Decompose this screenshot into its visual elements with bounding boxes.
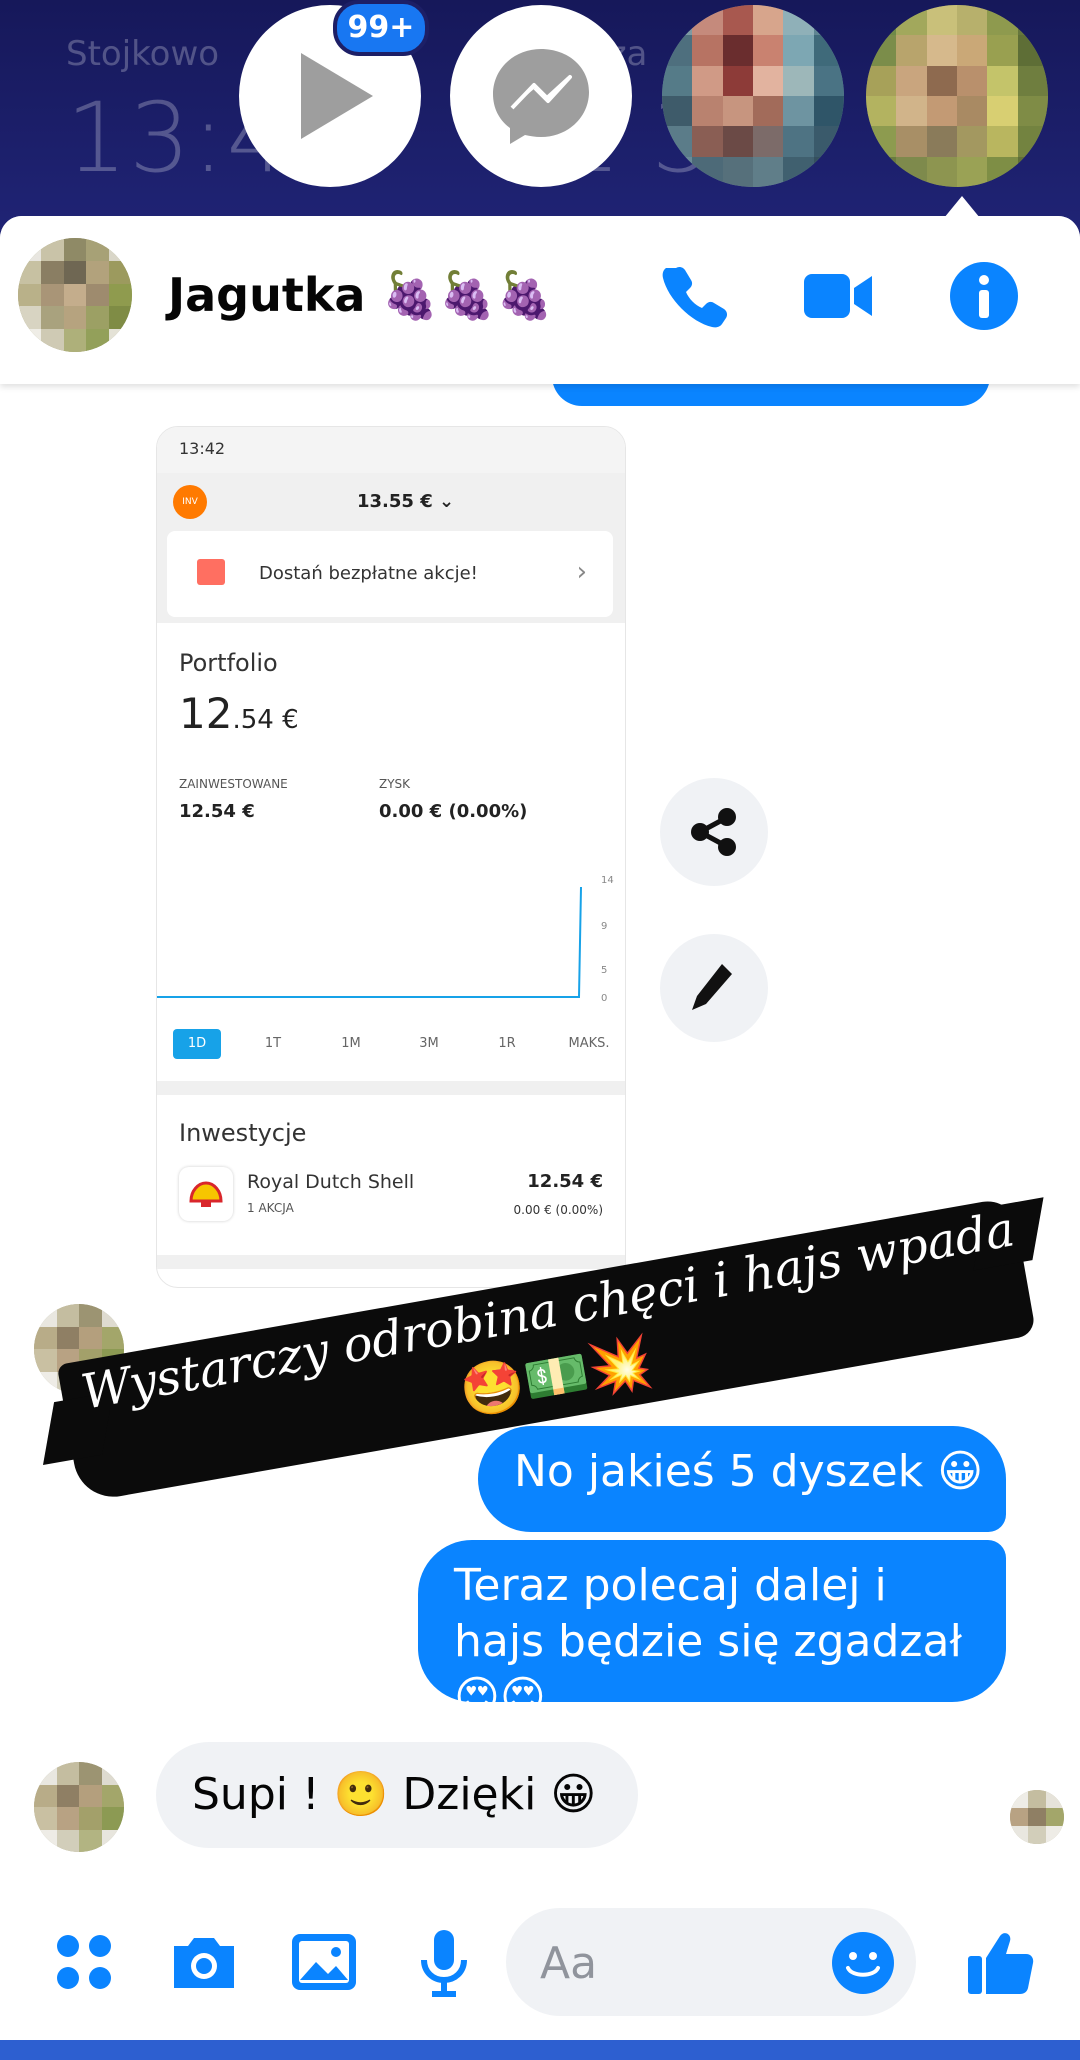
divider — [157, 1081, 625, 1095]
message-composer: Aa — [0, 1870, 1080, 2060]
promo-text: Dostań bezpłatne akcje! — [259, 563, 478, 584]
invested-value: 12.54 € — [179, 801, 255, 822]
app-logo: INV — [173, 485, 207, 519]
navigation-strip — [0, 2040, 1080, 2060]
microphone-icon[interactable] — [406, 1924, 482, 2000]
screenshot-status-time: 13:42 — [179, 439, 226, 458]
chart-tick: 14 — [601, 875, 614, 886]
active-chat-head-avatar[interactable] — [866, 5, 1048, 187]
conversation-header: Jagutka 🍇🍇🍇 — [0, 216, 1080, 384]
notification-badge: 99+ — [333, 0, 429, 56]
chevron-right-icon: › — [576, 557, 587, 587]
contact-avatar[interactable] — [18, 238, 132, 352]
profit-label: ZYSK — [379, 777, 411, 791]
account-balance: 13.55 € ⌄ — [357, 491, 455, 512]
contact-avatar-small[interactable] — [34, 1762, 124, 1852]
invested-label: ZAINWESTOWANE — [179, 777, 288, 791]
thumbs-up-icon[interactable] — [964, 1924, 1040, 2000]
seen-receipt-avatar — [1010, 1790, 1064, 1844]
lockscreen-location: Stojkowo — [66, 34, 220, 74]
message-input[interactable]: Aa — [506, 1908, 916, 2016]
gallery-icon[interactable] — [286, 1924, 362, 2000]
gift-icon — [197, 559, 225, 585]
video-call-icon[interactable] — [800, 258, 876, 334]
profit-value: 0.00 € (0.00%) — [379, 801, 528, 822]
screenshot-app-header: INV 13.55 € ⌄ Dostań bezpłatne akcje! › — [157, 473, 625, 623]
portfolio-value: 12.54 € — [179, 689, 299, 738]
screenshot-status-bar: 13:42 — [157, 427, 625, 473]
investments-label: Inwestycje — [179, 1119, 307, 1147]
range-selector: 1D 1T 1M 3M 1R MAKS. — [157, 1021, 625, 1061]
portfolio-label: Portfolio — [179, 649, 278, 677]
outgoing-message[interactable]: Teraz polecaj dalej i hajs będzie się zg… — [418, 1540, 1006, 1723]
chart-tick: 5 — [601, 965, 607, 976]
portfolio-value-rest: .54 € — [232, 705, 299, 735]
edit-button[interactable] — [660, 934, 768, 1042]
chart-tick: 0 — [601, 993, 607, 1004]
range-1t: 1T — [264, 1036, 282, 1051]
holding-value: 12.54 € — [527, 1171, 603, 1192]
range-1d: 1D — [173, 1029, 221, 1059]
share-button[interactable] — [660, 778, 768, 886]
phone-icon[interactable] — [656, 258, 732, 334]
messenger-icon — [493, 49, 589, 144]
chart-line — [157, 886, 582, 998]
contact-name[interactable]: Jagutka 🍇🍇🍇 — [168, 268, 553, 323]
range-3m: 3M — [419, 1036, 439, 1051]
promo-card: Dostań bezpłatne akcje! › — [167, 531, 613, 617]
chat-head-pointer — [944, 196, 980, 218]
messenger-chat-head[interactable] — [450, 5, 632, 187]
range-1r: 1R — [498, 1036, 516, 1051]
range-max: MAKS. — [568, 1036, 610, 1051]
share-icon — [691, 808, 736, 856]
contact-chat-head-avatar[interactable] — [662, 5, 844, 187]
holding-change: 0.00 € (0.00%) — [513, 1203, 603, 1217]
portfolio-value-main: 12 — [179, 689, 233, 738]
chart-tick: 9 — [601, 921, 607, 932]
info-icon[interactable] — [946, 258, 1022, 334]
shell-icon — [189, 1181, 223, 1207]
range-1m: 1M — [341, 1036, 361, 1051]
holding-quantity: 1 AKCJA — [247, 1201, 294, 1215]
holding-name: Royal Dutch Shell — [247, 1171, 415, 1193]
pencil-icon — [692, 964, 732, 1010]
shared-screenshot-image[interactable]: 13:42 INV 13.55 € ⌄ Dostań bezpłatne akc… — [156, 426, 626, 1288]
message-input-placeholder: Aa — [540, 1938, 598, 1989]
incoming-message[interactable]: Supi ! 🙂 Dzięki 😀 — [156, 1742, 638, 1848]
emoji-icon[interactable] — [830, 1930, 896, 1996]
more-apps-icon[interactable] — [46, 1924, 122, 2000]
shell-logo — [179, 1167, 233, 1221]
camera-icon[interactable] — [166, 1924, 242, 2000]
portfolio-chart: 14 9 5 0 — [157, 875, 614, 1004]
